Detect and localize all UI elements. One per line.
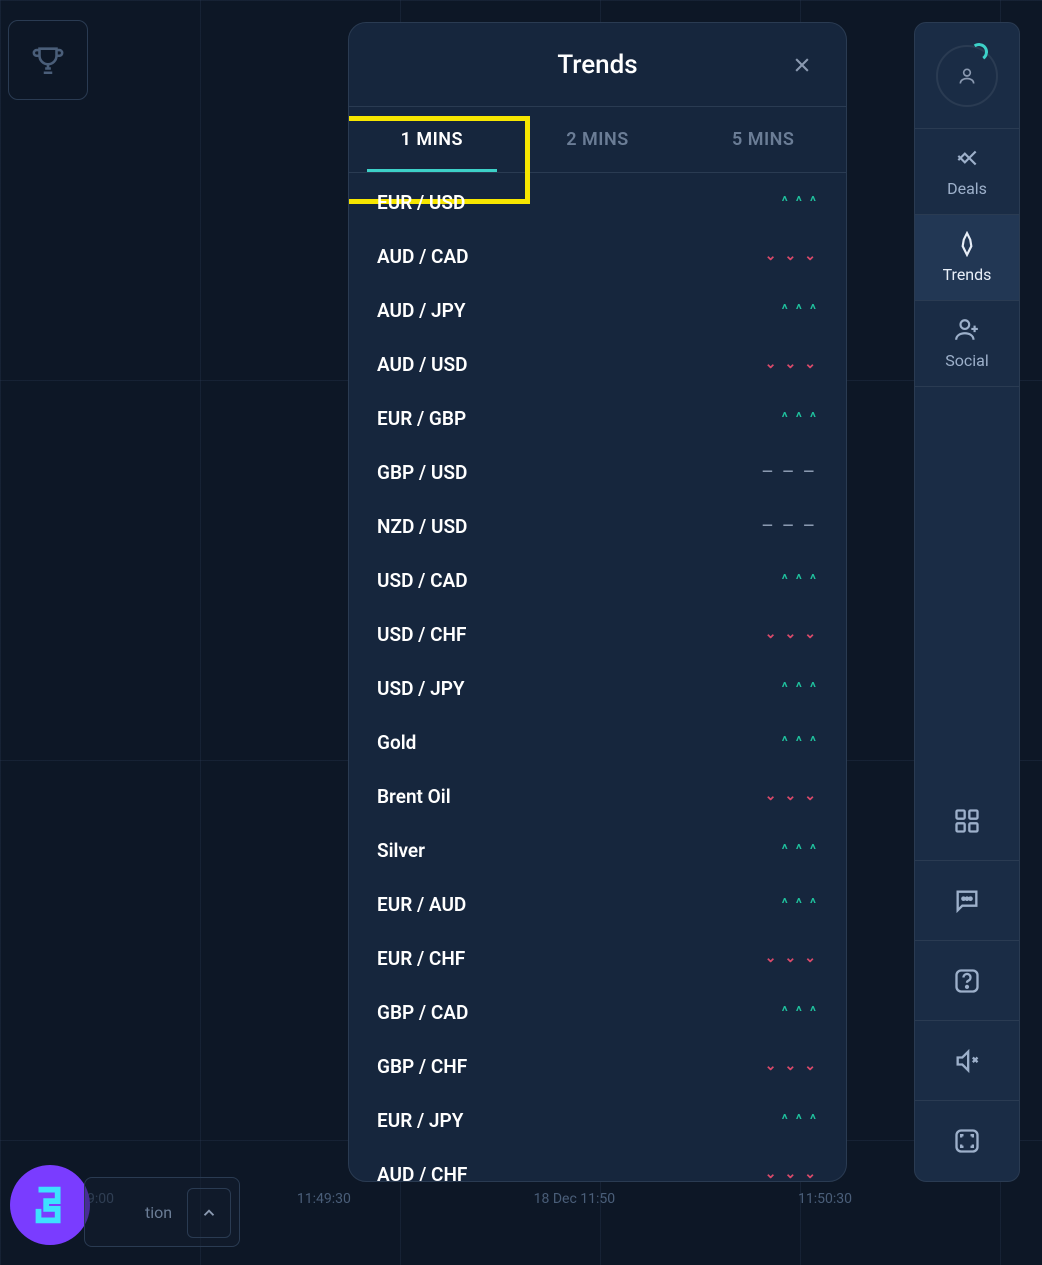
trend-signal: ———	[762, 465, 816, 479]
trend-signal: ^^^	[782, 195, 816, 209]
trend-name: AUD / CAD	[377, 245, 469, 268]
trend-row[interactable]: GBP / CAD ^^^	[349, 985, 846, 1039]
trend-row[interactable]: USD / CHF ⌄⌄⌄	[349, 607, 846, 661]
trend-list[interactable]: EUR / USD^^^AUD / CAD⌄⌄⌄AUD / JPY^^^AUD …	[349, 175, 846, 1181]
trend-name: USD / CHF	[377, 623, 466, 646]
nav-chat[interactable]	[915, 861, 1019, 941]
nav-apps[interactable]	[915, 781, 1019, 861]
trend-signal: ^^^	[782, 681, 816, 695]
app-logo[interactable]	[10, 1165, 90, 1245]
profile-ring	[936, 45, 998, 107]
trend-signal: ⌄⌄⌄	[765, 1059, 816, 1073]
trend-name: EUR / AUD	[377, 893, 466, 916]
trend-row[interactable]: AUD / USD ⌄⌄⌄	[349, 337, 846, 391]
trend-name: AUD / USD	[377, 353, 468, 376]
trend-signal: ^^^	[782, 411, 816, 425]
trend-signal: ^^^	[782, 303, 816, 317]
trend-row[interactable]: Brent Oil ⌄⌄⌄	[349, 769, 846, 823]
trend-name: GBP / CAD	[377, 1001, 468, 1024]
trends-panel: Trends 1 MINS 2 MINS 5 MINS EUR / USD ^^^…	[348, 22, 847, 1182]
trend-row[interactable]: USD / JPY ^^^	[349, 661, 846, 715]
trend-row[interactable]: Silver ^^^	[349, 823, 846, 877]
trophy-icon	[31, 43, 65, 77]
trend-signal: ⌄⌄⌄	[765, 357, 816, 371]
person-icon	[957, 66, 977, 86]
trend-row[interactable]: EUR / JPY ^^^	[349, 1093, 846, 1147]
logo-icon	[27, 1182, 73, 1228]
trend-row[interactable]: EUR / USD ^^^	[349, 175, 846, 229]
trend-row[interactable]: EUR / GBP ^^^	[349, 391, 846, 445]
trend-name: GBP / USD	[377, 461, 467, 484]
nav-social-label: Social	[945, 351, 988, 370]
trend-name: Gold	[377, 731, 416, 754]
duration-info-box[interactable]: tion	[84, 1177, 240, 1247]
right-sidebar: Deals Trends Social	[914, 22, 1020, 1182]
nav-trends-label: Trends	[943, 265, 992, 284]
grid-icon	[953, 807, 981, 835]
trend-row[interactable]: USD / CAD ^^^	[349, 553, 846, 607]
trend-name: EUR / JPY	[377, 1109, 463, 1132]
nav-social[interactable]: Social	[915, 301, 1019, 387]
trend-name: EUR / USD	[377, 191, 465, 214]
trend-signal: ^^^	[782, 897, 816, 911]
chevron-up-button[interactable]	[187, 1188, 231, 1238]
duration-sub: tion	[145, 1203, 172, 1222]
trend-signal: ^^^	[782, 1005, 816, 1019]
trends-icon	[954, 231, 980, 257]
chat-icon	[953, 887, 981, 915]
fullscreen-icon	[953, 1127, 981, 1155]
social-icon	[954, 317, 980, 343]
chevron-up-icon	[200, 1204, 218, 1222]
trend-signal: ^^^	[782, 843, 816, 857]
nav-mute[interactable]	[915, 1021, 1019, 1101]
nav-deals-label: Deals	[947, 179, 987, 198]
tab-5min[interactable]: 5 MINS	[680, 107, 846, 172]
trend-signal: ^^^	[782, 1113, 816, 1127]
trend-signal: ^^^	[782, 735, 816, 749]
close-icon	[792, 55, 812, 75]
trend-signal: ^^^	[782, 573, 816, 587]
trend-name: AUD / JPY	[377, 299, 466, 322]
trend-name: EUR / CHF	[377, 947, 465, 970]
tab-2min[interactable]: 2 MINS	[515, 107, 681, 172]
nav-help[interactable]	[915, 941, 1019, 1021]
trend-name: NZD / USD	[377, 515, 467, 538]
nav-deals[interactable]: Deals	[915, 129, 1019, 215]
trend-row[interactable]: Gold ^^^	[349, 715, 846, 769]
trend-row[interactable]: NZD / USD ———	[349, 499, 846, 553]
trend-name: USD / JPY	[377, 677, 465, 700]
panel-title: Trends	[557, 50, 637, 80]
help-icon	[953, 967, 981, 995]
trend-name: EUR / GBP	[377, 407, 466, 430]
trend-signal: ———	[762, 519, 816, 533]
trend-row[interactable]: AUD / CAD ⌄⌄⌄	[349, 229, 846, 283]
trend-name: USD / CAD	[377, 569, 468, 592]
profile-button[interactable]	[915, 23, 1019, 129]
close-button[interactable]	[786, 49, 818, 81]
trophy-button[interactable]	[8, 20, 88, 100]
trend-signal: ⌄⌄⌄	[765, 789, 816, 803]
trend-signal: ⌄⌄⌄	[765, 249, 816, 263]
trend-row[interactable]: EUR / CHF ⌄⌄⌄	[349, 931, 846, 985]
bottom-strip: tion	[10, 1165, 1020, 1245]
trend-signal: ⌄⌄⌄	[765, 627, 816, 641]
tabs: 1 MINS 2 MINS 5 MINS	[349, 107, 846, 173]
trend-signal: ⌄⌄⌄	[765, 951, 816, 965]
trend-name: Brent Oil	[377, 785, 451, 808]
trend-row[interactable]: EUR / AUD ^^^	[349, 877, 846, 931]
trend-name: Silver	[377, 839, 425, 862]
mute-icon	[953, 1047, 981, 1075]
tab-1min[interactable]: 1 MINS	[349, 107, 515, 172]
trend-row[interactable]: GBP / USD ———	[349, 445, 846, 499]
trend-name: GBP / CHF	[377, 1055, 467, 1078]
panel-header: Trends	[349, 23, 846, 107]
nav-trends[interactable]: Trends	[915, 215, 1019, 301]
deals-icon	[954, 145, 980, 171]
trend-row[interactable]: GBP / CHF ⌄⌄⌄	[349, 1039, 846, 1093]
trend-row[interactable]: AUD / JPY ^^^	[349, 283, 846, 337]
